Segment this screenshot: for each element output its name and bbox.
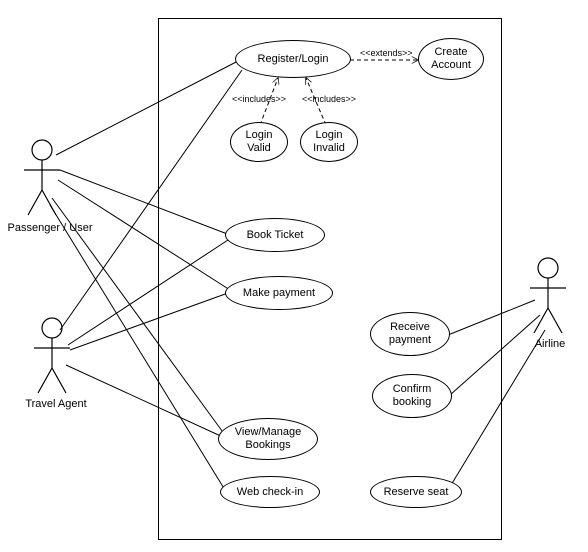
usecase-label: Confirmbooking [393,383,432,408]
usecase-label: Receivepayment [389,321,431,346]
usecase-book-ticket: Book Ticket [225,218,325,252]
actor-passenger-label: Passenger / User [0,222,100,234]
actor-travelagent-figure [34,318,70,393]
usecase-label: View/ManageBookings [235,426,301,451]
actor-travelagent-label: Travel Agent [16,398,96,410]
usecase-reserve-seat: Reserve seat [370,476,462,508]
usecase-label: Web check-in [237,486,303,499]
usecase-make-payment: Make payment [225,276,333,310]
usecase-label: LoginInvalid [313,129,345,154]
actor-airline-figure [530,258,566,333]
stereotype-includes-2: <<includes>> [302,94,356,104]
usecase-view-manage: View/ManageBookings [218,418,318,460]
usecase-label: Register/Login [258,53,329,66]
stereotype-includes-1: <<includes>> [232,94,286,104]
usecase-login-invalid: LoginInvalid [300,122,358,162]
usecase-register-login: Register/Login [235,40,351,78]
actor-airline-label: Airline [524,338,576,350]
usecase-label: CreateAccount [431,46,471,71]
usecase-login-valid: LoginValid [230,122,288,162]
actor-passenger-figure [24,140,60,215]
usecase-receive-payment: Receivepayment [370,312,450,356]
usecase-label: Book Ticket [247,229,304,242]
usecase-label: LoginValid [246,129,273,154]
usecase-label: Reserve seat [384,486,449,499]
stereotype-extends: <<extends>> [360,48,413,58]
usecase-web-checkin: Web check-in [220,476,320,508]
usecase-label: Make payment [243,287,315,300]
usecase-confirm-booking: Confirmbooking [372,374,452,418]
usecase-create-account: CreateAccount [418,38,484,80]
